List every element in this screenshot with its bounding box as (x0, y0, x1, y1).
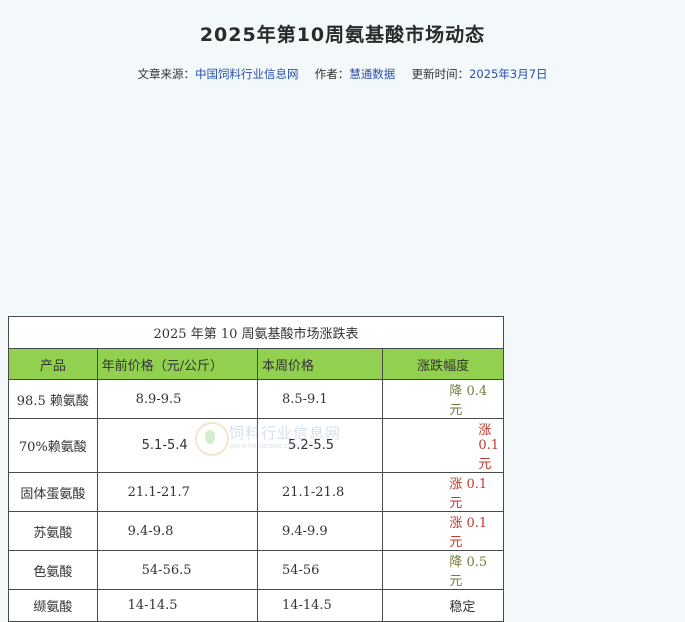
price-table: 2025 年第 10 周氨基酸市场涨跌表 产品 年前价格（元/公斤） 本周价格 … (8, 316, 504, 622)
table-row: 98.5 赖氨酸 8.9-9.5 8.5-9.1 降 0.4 元 (8, 379, 504, 419)
cell-product: 固体蛋氨酸 (8, 472, 98, 512)
table-row: 苏氨酸 9.4-9.8 9.4-9.9 涨 0.1 元 (8, 511, 504, 551)
cell-prev-price: 21.1-21.7 (96, 472, 258, 512)
cell-prev-price: 14-14.5 (96, 589, 258, 622)
cell-product: 色氨酸 (8, 550, 98, 590)
cell-current-price: 14-14.5 (256, 589, 384, 622)
cell-prev-price: 9.4-9.8 (96, 511, 258, 551)
header-current-price: 本周价格 (256, 348, 384, 380)
article-title: 2025年第10周氨基酸市场动态 (199, 24, 486, 46)
table-row: 固体蛋氨酸 21.1-21.7 21.1-21.8 涨 0.1 元 (8, 472, 504, 512)
article-meta: 文章来源：中国饲料行业信息网 作者：慧通数据 更新时间：2025年3月7日 (0, 66, 685, 82)
cell-change: 涨 0.1 元 (382, 511, 504, 551)
cell-product: 70%赖氨酸 (8, 418, 98, 473)
cell-prev-price: 54-56.5 (96, 550, 258, 590)
cell-product: 98.5 赖氨酸 (8, 379, 98, 419)
cell-prev-price: 5.1-5.4 (96, 418, 258, 473)
cell-current-price: 9.4-9.9 (256, 511, 384, 551)
cell-change: 涨 0.1 元 (382, 472, 504, 512)
cell-current-price: 21.1-21.8 (256, 472, 384, 512)
updated-label: 更新时间： (411, 67, 470, 81)
cell-current-price: 54-56 (256, 550, 384, 590)
cell-product: 苏氨酸 (8, 511, 98, 551)
header-product: 产品 (8, 348, 98, 380)
header-prev-price: 年前价格（元/公斤） (96, 348, 258, 380)
header-change: 涨跌幅度 (382, 348, 504, 380)
table-row: 色氨酸 54-56.5 54-56 降 0.5 元 (8, 550, 504, 590)
updated-date: 2025年3月7日 (469, 67, 548, 81)
cell-product: 缬氨酸 (8, 589, 98, 622)
source-label: 文章来源： (137, 67, 195, 81)
cell-change: 稳定 (382, 589, 504, 622)
table-row: 缬氨酸 14-14.5 14-14.5 稳定 (8, 589, 504, 622)
cell-current-price: 5.2-5.5 (256, 418, 384, 473)
author-label: 作者： (314, 67, 350, 81)
cell-prev-price: 8.9-9.5 (96, 379, 258, 419)
cell-change: 降 0.4 元 (382, 379, 504, 419)
table-header-row: 产品 年前价格（元/公斤） 本周价格 涨跌幅度 (8, 348, 504, 380)
source-link[interactable]: 中国饲料行业信息网 (195, 67, 299, 81)
cell-change: 降 0.5 元 (382, 550, 504, 590)
table-caption: 2025 年第 10 周氨基酸市场涨跌表 (8, 316, 504, 349)
cell-change: 涨 0.1 元 (382, 418, 504, 473)
author-link[interactable]: 慧通数据 (349, 67, 395, 81)
table-row: 70%赖氨酸 5.1-5.4 5.2-5.5 涨 0.1 元 (8, 418, 504, 473)
cell-current-price: 8.5-9.1 (256, 379, 384, 419)
